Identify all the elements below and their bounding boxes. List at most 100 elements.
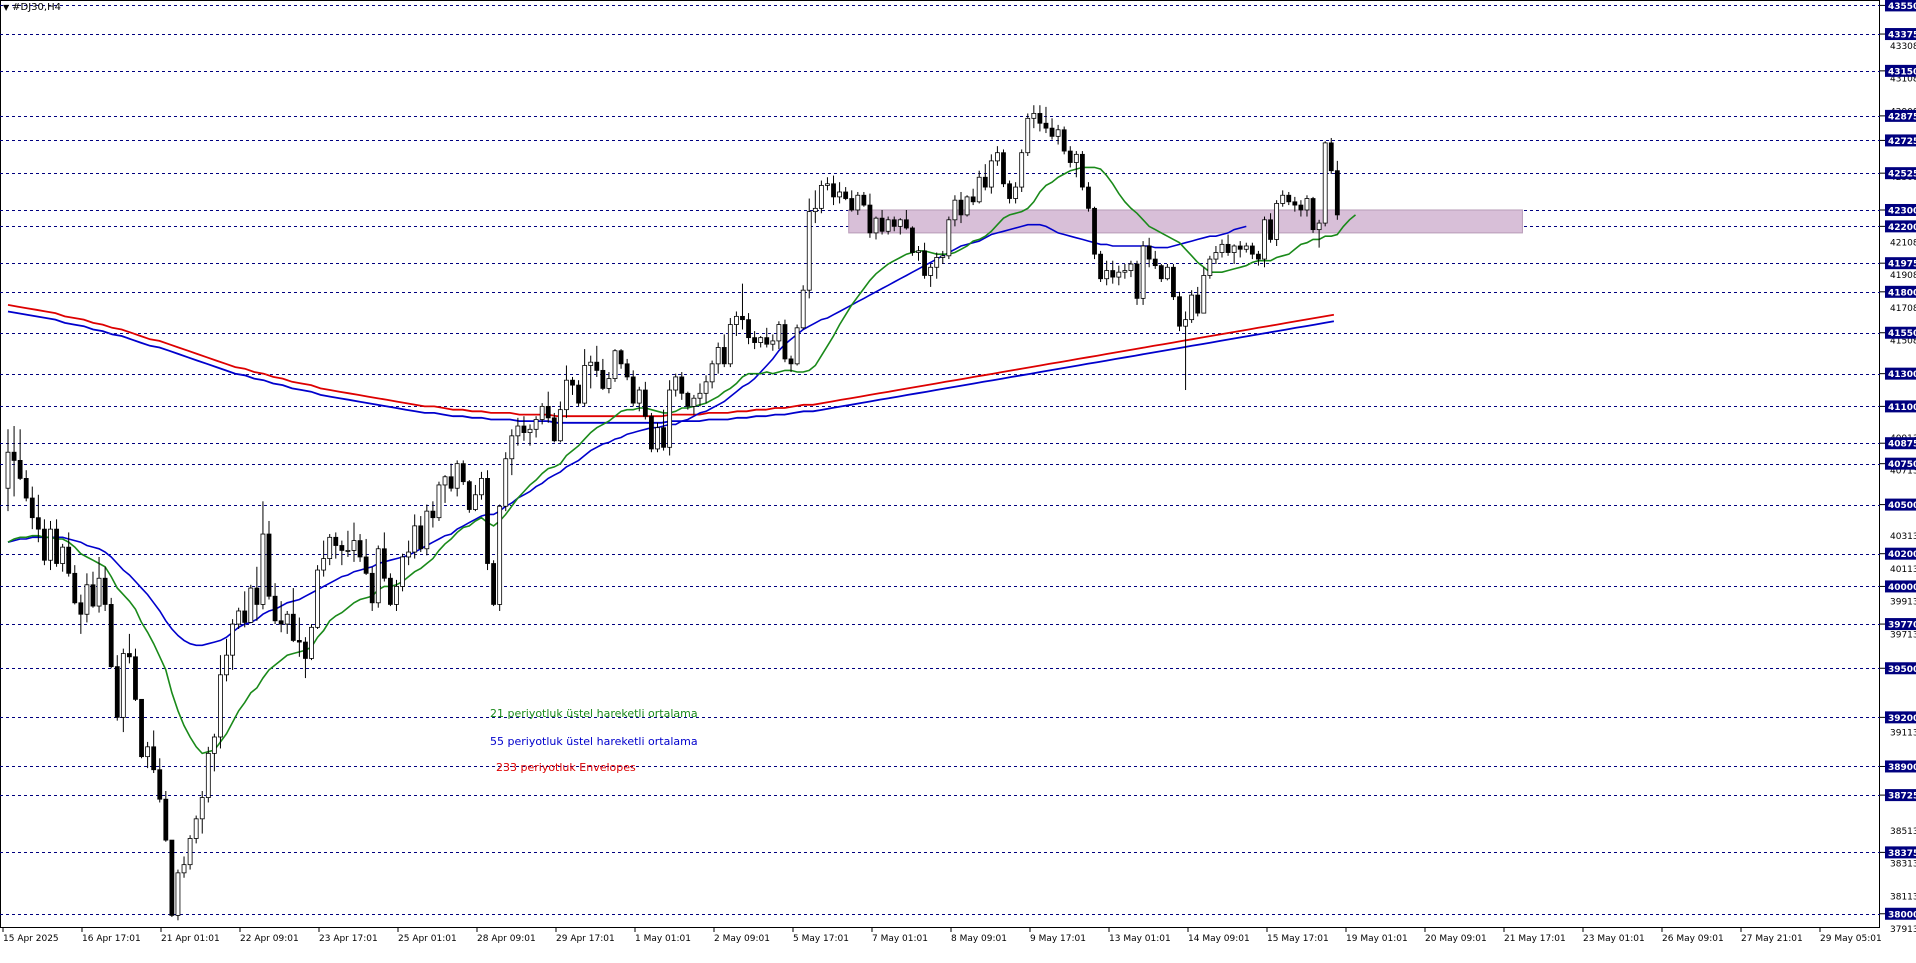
- candle-bull: [218, 674, 223, 738]
- candle-bull: [533, 419, 539, 430]
- candle-bull: [988, 160, 994, 188]
- candle-bear: [1195, 294, 1201, 314]
- candle-bull: [515, 425, 521, 437]
- candle-bear: [54, 528, 59, 564]
- candle-bull: [837, 191, 842, 198]
- candle-bear: [788, 358, 794, 365]
- candle-bull: [345, 550, 351, 552]
- candle-bear: [72, 572, 78, 604]
- candle-bull: [928, 266, 934, 276]
- candle-bear: [618, 350, 624, 365]
- candle-bear: [29, 497, 35, 519]
- chart-window[interactable]: 4330843108429084250842308421084190841708…: [0, 0, 1916, 963]
- price-level-label: 42725: [1888, 137, 1916, 147]
- candle-bear: [381, 548, 387, 579]
- candle-bull: [193, 818, 199, 839]
- price-level-label: 40750: [1888, 460, 1916, 470]
- candle-bear: [1249, 245, 1255, 255]
- candle-bear: [11, 451, 17, 461]
- candle-bear: [843, 191, 849, 199]
- time-tick-label: 29 Apr 17:01: [556, 934, 615, 944]
- candle-bull: [800, 289, 806, 329]
- price-tick-label: 41708: [1890, 304, 1916, 314]
- candle-bull: [497, 505, 503, 605]
- price-chart[interactable]: 4330843108429084250842308421084190841708…: [0, 0, 1916, 963]
- candle-bear: [35, 517, 41, 530]
- candle-bear: [685, 392, 691, 407]
- candle-bull: [60, 546, 66, 564]
- candle-bear: [102, 577, 108, 605]
- candle-bear: [430, 510, 436, 519]
- candle-bull: [248, 587, 254, 623]
- price-level-label: 41100: [1888, 403, 1916, 413]
- candle-bear: [922, 250, 927, 276]
- candle-bull: [588, 361, 594, 366]
- price-level-label: 40000: [1888, 583, 1916, 593]
- price-tick-label: 41908: [1890, 271, 1916, 281]
- candle-bear: [448, 476, 454, 489]
- candle-bear: [272, 595, 278, 622]
- candle-bull: [794, 327, 800, 365]
- time-tick-label: 25 Apr 01:01: [398, 934, 457, 944]
- candle-bull: [934, 257, 940, 268]
- candle-bull: [424, 510, 430, 550]
- time-tick-label: 15 May 17:01: [1267, 934, 1329, 944]
- candle-bear: [861, 194, 867, 206]
- candle-bull: [1304, 198, 1310, 211]
- candle-bull: [727, 324, 733, 365]
- price-level-label: 38725: [1888, 792, 1916, 802]
- candle-bear: [114, 666, 120, 718]
- candle-bear: [1098, 253, 1103, 280]
- symbol-timeframe-label: ▼ #DJ30,H4: [3, 2, 61, 13]
- price-level-label: 39200: [1888, 714, 1916, 724]
- price-level-label: 38900: [1888, 763, 1916, 773]
- candle-bull: [400, 556, 405, 587]
- candle-bear: [1110, 270, 1116, 278]
- candle-bear: [970, 196, 976, 203]
- candle-bear: [466, 481, 472, 510]
- candle-bull: [1231, 245, 1237, 253]
- price-tick-label: 42108: [1890, 238, 1916, 248]
- candle-bear: [66, 546, 72, 574]
- candle-bull: [715, 347, 721, 365]
- price-level-label: 41300: [1888, 370, 1916, 380]
- candle-bear: [1171, 266, 1176, 298]
- candle-bear: [485, 478, 490, 564]
- candle-bull: [436, 484, 442, 519]
- candle-bull: [1280, 194, 1286, 204]
- time-tick-label: 15 Apr 2025: [3, 934, 59, 944]
- price-tick-label: 43308: [1890, 42, 1916, 52]
- candle-bull: [1207, 258, 1213, 276]
- candle-bull: [940, 255, 946, 258]
- candle-bear: [545, 405, 551, 419]
- candle-bear: [1092, 207, 1097, 255]
- candle-bear: [339, 545, 345, 551]
- candle-bear: [958, 199, 964, 216]
- price-tick-label: 40113: [1890, 565, 1916, 575]
- candle-bull: [1055, 129, 1061, 137]
- candle-bull: [454, 463, 460, 489]
- candle-bull: [48, 528, 53, 561]
- candle-bear: [388, 577, 393, 605]
- triangle-down-icon[interactable]: ▼: [3, 3, 9, 12]
- candle-bear: [1152, 258, 1158, 267]
- candle-bull: [667, 389, 673, 448]
- candle-bear: [151, 746, 157, 771]
- candle-bear: [133, 656, 138, 700]
- candle-bear: [642, 389, 648, 417]
- candle-bear: [867, 204, 873, 234]
- price-level-label: 43550: [1888, 2, 1916, 12]
- candle-bull: [205, 752, 211, 798]
- price-tick-label: 38113: [1890, 892, 1916, 902]
- price-level-label: 41550: [1888, 329, 1916, 339]
- candle-bear: [903, 219, 909, 229]
- price-level-label: 42200: [1888, 223, 1916, 233]
- candle-bull: [776, 324, 782, 342]
- ema21-line: [7, 166, 1357, 755]
- candle-bear: [1043, 122, 1049, 129]
- candle-bull: [230, 623, 235, 656]
- candle-bull: [606, 378, 612, 389]
- candle-bull: [995, 152, 1000, 162]
- candle-bull: [1019, 152, 1025, 188]
- candle-bear: [23, 478, 29, 499]
